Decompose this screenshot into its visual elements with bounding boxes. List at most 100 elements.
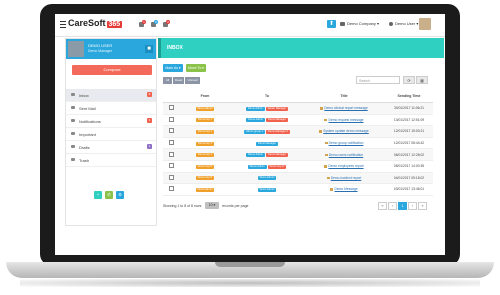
avatar[interactable] bbox=[419, 18, 431, 30]
search-input[interactable]: Search bbox=[356, 76, 400, 84]
user-menu[interactable]: Demo User ▾ bbox=[389, 21, 418, 26]
table-row[interactable]: Demo Grp 1 Demo Admin Demo Manager Demo req… bbox=[163, 114, 433, 127]
sidebar-item-sent[interactable]: Sent Mail bbox=[66, 102, 156, 115]
to-tag[interactable]: Demo Admin bbox=[245, 106, 265, 111]
row-checkbox[interactable] bbox=[168, 151, 174, 157]
messages-badge: 1 bbox=[142, 20, 146, 24]
last-page-button[interactable]: » bbox=[418, 202, 427, 210]
trash-icon bbox=[71, 158, 75, 161]
table-row[interactable]: Demo Admin Demo Admin Demo Message 03/01/20… bbox=[163, 183, 433, 196]
profile-card: DEMO USER Demo Manager ■ bbox=[66, 39, 156, 59]
column-header-time[interactable]: Sending Time bbox=[385, 90, 433, 103]
row-checkbox[interactable] bbox=[168, 186, 174, 192]
tab-all[interactable]: All bbox=[163, 77, 172, 84]
add-contact-button[interactable]: + bbox=[94, 191, 102, 199]
message-title-link[interactable]: Demo incident report bbox=[327, 176, 362, 180]
to-tag[interactable]: Demo Admin bbox=[247, 164, 267, 169]
from-tag[interactable]: Demo Grp N bbox=[195, 164, 215, 169]
to-tag[interactable]: Admin group 1 bbox=[244, 129, 265, 134]
from-tag[interactable]: Demo Admin bbox=[195, 106, 215, 111]
compose-button[interactable]: Compose bbox=[72, 65, 152, 75]
sidebar-item-notifications[interactable]: Notifications 1 bbox=[66, 115, 156, 128]
sidebar-item-drafts[interactable]: Drafts 1 bbox=[66, 141, 156, 154]
sidebar-item-trash[interactable]: Trash bbox=[66, 154, 156, 167]
notifications-icon[interactable]: 0 bbox=[151, 20, 158, 27]
company-selector[interactable]: Demo Company ▾ bbox=[340, 21, 379, 26]
table-row[interactable]: Demo Admin Demo Admin Admin Manager Demo cl… bbox=[163, 102, 433, 115]
settings-button[interactable]: ⚙ bbox=[116, 191, 124, 199]
sidebar-item-inbox[interactable]: Inbox 8 bbox=[66, 89, 156, 102]
to-tag[interactable]: Demo Manager bbox=[256, 141, 278, 146]
sending-time: 06/01/2017 12:28:02 bbox=[385, 148, 433, 161]
table-row[interactable]: Demo Grp 3 Demo Manager Demo group notific… bbox=[163, 137, 433, 150]
next-page-button[interactable]: › bbox=[408, 202, 417, 210]
tab-read[interactable]: Read bbox=[173, 77, 184, 84]
message-title-link[interactable]: Demo group notification bbox=[325, 141, 364, 145]
to-tag[interactable]: Demo Manager 2 bbox=[265, 129, 290, 134]
move-to-button[interactable]: Move To ▾ bbox=[186, 64, 206, 72]
rows-info: Showing 1 to 8 of 8 rows bbox=[163, 204, 202, 208]
from-tag[interactable]: Demo Grp 4 bbox=[195, 153, 215, 158]
to-tag[interactable]: Demo Grp N bbox=[267, 164, 287, 169]
message-title-link[interactable]: Demo request message bbox=[324, 118, 363, 122]
to-tag[interactable]: Demo Manager bbox=[265, 153, 288, 158]
row-checkbox[interactable] bbox=[168, 163, 174, 169]
column-header-from[interactable]: From bbox=[179, 90, 231, 103]
to-tag[interactable]: Demo Manager bbox=[265, 118, 288, 123]
sending-time: 05/01/2017 14:00:35 bbox=[385, 160, 433, 173]
tab-unread[interactable]: Unread bbox=[185, 77, 200, 84]
message-title-link[interactable]: Demo employees report bbox=[324, 164, 363, 168]
row-checkbox[interactable] bbox=[168, 128, 174, 134]
phone-button[interactable]: ✆ bbox=[105, 191, 113, 199]
message-title-link[interactable]: Demo users notification bbox=[325, 153, 363, 157]
sidebar-item-important[interactable]: Important bbox=[66, 128, 156, 141]
page-1-button[interactable]: 1 bbox=[398, 202, 407, 210]
sidebar-item-label: Important bbox=[79, 131, 96, 137]
from-tag[interactable]: Demo Grp 2 bbox=[195, 129, 215, 134]
tasks-badge: 2 bbox=[166, 20, 170, 24]
columns-menu-button[interactable]: ▦ bbox=[416, 76, 428, 84]
row-checkbox[interactable] bbox=[168, 140, 174, 146]
message-title-link[interactable]: System update demo message bbox=[319, 129, 368, 133]
tasks-icon[interactable]: 2 bbox=[163, 20, 170, 27]
message-title-link[interactable]: Demo clinical report message bbox=[320, 106, 367, 110]
row-checkbox[interactable] bbox=[168, 105, 174, 111]
per-page-select[interactable]: 10 ▾ bbox=[205, 202, 219, 209]
prev-page-button[interactable]: ‹ bbox=[388, 202, 397, 210]
laptop-shadow bbox=[20, 279, 480, 287]
profile-picture[interactable] bbox=[68, 41, 84, 57]
column-header-title[interactable]: Title bbox=[303, 90, 385, 103]
per-page-label: records per page bbox=[222, 204, 249, 208]
from-tag[interactable]: Demo Grp N bbox=[195, 176, 215, 181]
top-bar: CareSoft 365 1 0 2 ⬆ Demo Company ▾ Demo … bbox=[55, 14, 445, 37]
first-page-button[interactable]: « bbox=[378, 202, 387, 210]
to-tag[interactable]: Admin Manager bbox=[265, 106, 289, 111]
from-tag[interactable]: Demo Grp 3 bbox=[195, 141, 215, 146]
from-tag[interactable]: Demo Grp 1 bbox=[195, 118, 215, 123]
table-row[interactable]: Demo Grp N Demo Admin Demo Grp N Demo emplo… bbox=[163, 160, 433, 173]
to-tag[interactable]: Demo Admin bbox=[257, 187, 277, 192]
to-tag[interactable]: Demo Admin bbox=[246, 118, 265, 123]
mark-as-button[interactable]: Mark As ▾ bbox=[163, 64, 183, 72]
message-title-link[interactable]: Demo Message bbox=[330, 187, 357, 191]
sidebar-toggle-icon[interactable]: ■ bbox=[145, 45, 153, 53]
app-logo[interactable]: CareSoft 365 bbox=[68, 18, 123, 28]
hamburger-menu-icon[interactable] bbox=[60, 21, 66, 28]
sending-time: 12/01/2017 15:00:21 bbox=[385, 125, 433, 138]
sending-time: 30/01/2017 11:06:21 bbox=[385, 102, 433, 115]
profile-name: DEMO USER bbox=[88, 43, 113, 48]
from-tag[interactable]: Demo Admin bbox=[195, 187, 215, 192]
column-header-to[interactable]: To bbox=[231, 90, 303, 103]
messages-icon[interactable]: 1 bbox=[139, 20, 146, 27]
to-tag[interactable]: Demo Admin bbox=[246, 153, 265, 158]
table-row[interactable]: Demo Grp 2 Admin group 1 Demo Manager 2 Sys… bbox=[163, 125, 433, 138]
refresh-button[interactable]: ⟳ bbox=[403, 76, 415, 84]
row-checkbox[interactable] bbox=[168, 116, 174, 122]
to-tag[interactable]: Demo Admin bbox=[257, 176, 277, 181]
row-checkbox[interactable] bbox=[168, 174, 174, 180]
table-row[interactable]: Demo Grp 4 Demo Admin Demo Manager Demo use… bbox=[163, 148, 433, 161]
upload-button[interactable]: ⬆ bbox=[327, 20, 336, 28]
table-row[interactable]: Demo Grp N Demo Admin Demo incident report… bbox=[163, 172, 433, 185]
folder-count-badge: 1 bbox=[147, 144, 152, 149]
inbox-icon bbox=[71, 93, 75, 96]
